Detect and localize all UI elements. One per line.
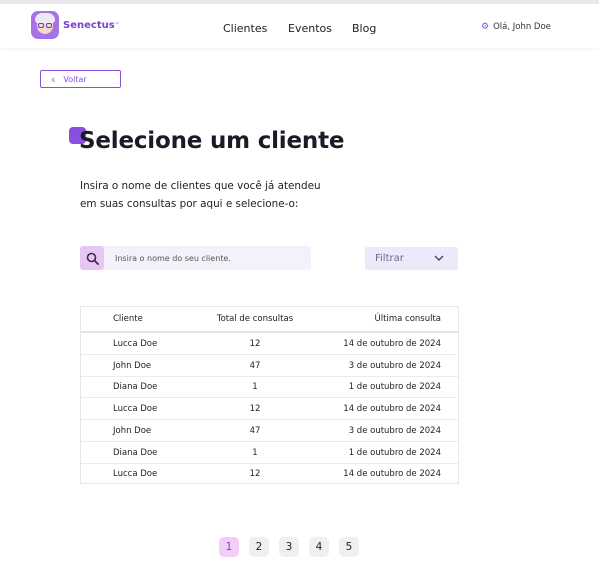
cell-client-name: Diana Doe [113, 447, 158, 458]
search-box [80, 246, 311, 270]
user-menu[interactable]: ⚙ Olá, John Doe [481, 22, 551, 32]
table-row[interactable]: Diana Doe 1 1 de outubro de 2024 [81, 442, 458, 464]
column-header-cliente[interactable]: Cliente [113, 314, 143, 324]
back-button[interactable]: ‹ Voltar [40, 70, 121, 88]
brand-trademark: ™ [114, 22, 120, 28]
cell-last-date: 1 de outubro de 2024 [348, 381, 441, 392]
chevron-down-icon [434, 255, 444, 261]
nav-clientes[interactable]: Clientes [223, 22, 267, 35]
clients-table: Cliente Total de consultas Última consul… [80, 306, 459, 484]
subtitle-line-2: em suas consultas por aqui e selecione-o… [80, 198, 299, 210]
table-row[interactable]: John Doe 47 3 de outubro de 2024 [81, 420, 458, 442]
logo-avatar-icon [31, 11, 59, 39]
cell-client-name: Diana Doe [113, 381, 158, 392]
cell-total: 12 [249, 338, 261, 349]
subtitle-line-1: Insira o nome de clientes que você já at… [80, 180, 321, 192]
cell-client-name: John Doe [113, 360, 152, 371]
cell-client-name: Lucca Doe [113, 469, 158, 479]
back-button-label: Voltar [63, 74, 87, 84]
cell-total: 47 [249, 425, 261, 436]
chevron-left-icon: ‹ [51, 72, 56, 86]
cell-total: 1 [252, 447, 258, 458]
search-input[interactable] [115, 253, 295, 263]
cell-total: 12 [249, 403, 261, 414]
search-icon[interactable] [80, 246, 104, 270]
cell-total: 47 [249, 360, 261, 371]
column-header-total[interactable]: Total de consultas [215, 314, 295, 324]
page-subtitle: Insira o nome de clientes que você já at… [80, 177, 330, 213]
cell-total: 1 [252, 381, 258, 392]
page-button-5[interactable]: 5 [339, 537, 359, 557]
user-greeting: Olá, John Doe [493, 22, 551, 32]
nav-blog[interactable]: Blog [352, 22, 376, 35]
cell-last-date: 3 de outubro de 2024 [348, 360, 441, 371]
table-row[interactable]: Lucca Doe 12 14 de outubro de 2024 [81, 398, 458, 420]
cell-last-date: 3 de outubro de 2024 [348, 425, 441, 436]
cell-last-date: 1 de outubro de 2024 [348, 447, 441, 458]
table-row[interactable]: Lucca Doe 12 14 de outubro de 2024 [81, 463, 458, 485]
table-header: Cliente Total de consultas Última consul… [81, 307, 458, 333]
cell-client-name: Lucca Doe [113, 338, 158, 349]
cell-total: 12 [249, 469, 261, 479]
page-button-4[interactable]: 4 [309, 537, 329, 557]
page-button-3[interactable]: 3 [279, 537, 299, 557]
page-title: Selecione um cliente [79, 128, 345, 154]
cell-client-name: John Doe [113, 425, 152, 436]
page-button-2[interactable]: 2 [249, 537, 269, 557]
table-row[interactable]: John Doe 47 3 de outubro de 2024 [81, 355, 458, 377]
table-row[interactable]: Lucca Doe 12 14 de outubro de 2024 [81, 333, 458, 355]
cell-last-date: 14 de outubro de 2024 [343, 403, 441, 414]
cell-last-date: 14 de outubro de 2024 [343, 469, 441, 479]
page-button-1[interactable]: 1 [219, 537, 239, 557]
nav-eventos[interactable]: Eventos [288, 22, 332, 35]
cell-client-name: Lucca Doe [113, 403, 158, 414]
filter-label: Filtrar [375, 253, 404, 264]
brand-logo[interactable]: Senectus ™ [31, 11, 120, 39]
cell-last-date: 14 de outubro de 2024 [343, 338, 441, 349]
header: Senectus ™ Clientes Eventos Blog ⚙ Olá, J… [0, 4, 599, 48]
filter-dropdown[interactable]: Filtrar [365, 247, 458, 270]
brand-name: Senectus [63, 19, 115, 31]
column-header-ultima[interactable]: Última consulta [375, 314, 441, 324]
table-row[interactable]: Diana Doe 1 1 de outubro de 2024 [81, 376, 458, 398]
gear-icon: ⚙ [481, 22, 490, 32]
